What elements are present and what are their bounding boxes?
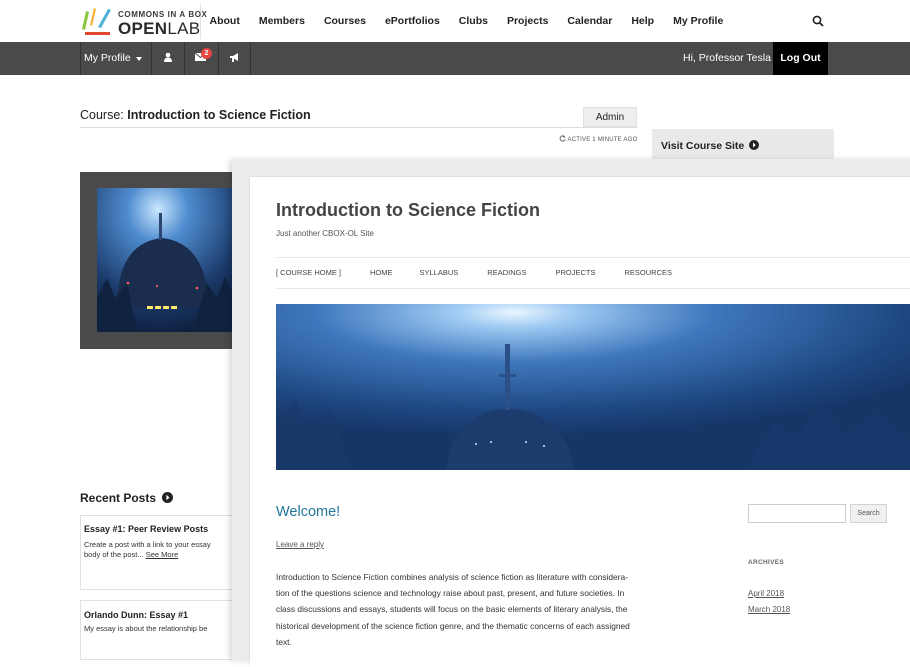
messages-button[interactable]: 2 [184,42,219,75]
nav-members[interactable]: Members [249,0,314,42]
site-menu-syllabus[interactable]: SYLLABUS [420,268,459,277]
recent-post-item: Orlando Dunn: Essay #1 My essay is about… [80,600,240,660]
admin-tab[interactable]: Admin [583,107,637,127]
top-navigation: COMMONS IN A BOX OPENLAB About Members C… [0,0,910,42]
site-title[interactable]: Introduction to Science Fiction [276,200,540,221]
logo-line2: OPENLAB [118,19,201,38]
course-site-preview: Introduction to Science Fiction Just ano… [232,160,910,667]
nav-about[interactable]: About [200,0,249,42]
course-site-page: Introduction to Science Fiction Just ano… [250,177,910,667]
friends-button[interactable] [152,42,185,75]
recent-post-excerpt: Create a post with a link to your essay … [84,540,211,559]
nav-courses[interactable]: Courses [314,0,375,42]
user-icon [164,52,172,62]
my-profile-label: My Profile [84,52,131,64]
site-menu-home[interactable]: HOME [370,268,393,277]
nav-my-profile[interactable]: My Profile [664,0,733,42]
nav-clubs[interactable]: Clubs [449,0,497,42]
announcements-button[interactable] [218,42,251,75]
site-header-image [276,304,910,470]
logo-line1: COMMONS IN A BOX [118,10,208,19]
nav-help[interactable]: Help [622,0,664,42]
visit-course-site-button[interactable]: Visit Course Site [652,129,834,159]
refresh-icon [559,135,566,142]
main-menu: About Members Courses ePortfolios Clubs … [200,0,733,42]
page-title: Course: Introduction to Science Fiction [80,108,311,122]
course-avatar-frame [80,172,240,349]
nav-calendar[interactable]: Calendar [558,0,622,42]
nav-eportfolios[interactable]: ePortfolios [375,0,449,42]
archive-link-march-2018[interactable]: March 2018 [748,605,790,614]
recent-post-excerpt: My essay is about the relationship be [84,624,208,633]
archive-link-april-2018[interactable]: April 2018 [748,589,784,598]
recent-post-item: Essay #1: Peer Review Posts Create a pos… [80,515,240,590]
my-profile-dropdown[interactable]: My Profile [80,42,152,75]
see-more-link[interactable]: See More [146,550,179,559]
recent-post-title[interactable]: Essay #1: Peer Review Posts [84,524,237,534]
admin-bar: My Profile 2 Hi, Professor Tesla Log Out [0,42,910,75]
menu-divider-top [276,257,910,258]
sidebar-search-button[interactable]: Search [850,504,887,523]
nav-projects[interactable]: Projects [497,0,557,42]
site-menu-resources[interactable]: RESOURCES [625,268,673,277]
search-icon[interactable] [812,14,824,32]
message-count-badge: 2 [201,48,212,59]
arrow-circle-right-icon [162,492,174,503]
archives-heading: ARCHIVES [748,559,784,566]
recent-post-title[interactable]: Orlando Dunn: Essay #1 [84,610,237,620]
site-menu-course-home[interactable]: [ COURSE HOME ] [276,268,341,277]
user-greeting[interactable]: Hi, Professor Tesla [683,42,771,75]
arrow-circle-right-icon [749,140,760,150]
openlab-logo[interactable]: COMMONS IN A BOX OPENLAB [80,3,207,39]
title-divider [80,127,638,128]
sidebar-search-input[interactable] [748,504,846,523]
course-avatar-image[interactable] [97,188,232,332]
logo-mark-icon [82,8,111,35]
site-menu: [ COURSE HOME ] HOME SYLLABUS READINGS P… [276,268,701,277]
visit-course-site-label: Visit Course Site [661,140,745,152]
leave-reply-link[interactable]: Leave a reply [276,540,324,549]
site-tagline: Just another CBOX-OL Site [276,229,374,238]
megaphone-icon [230,53,238,62]
post-content: Introduction to Science Fiction combines… [276,572,630,647]
last-active-status: ACTIVE 1 MINUTE AGO [559,135,637,143]
menu-divider-bottom [276,288,910,289]
site-menu-projects[interactable]: PROJECTS [555,268,595,277]
recent-posts-heading[interactable]: Recent Posts [80,491,174,505]
site-menu-readings[interactable]: READINGS [487,268,526,277]
caret-down-icon [136,57,142,61]
logout-button[interactable]: Log Out [773,42,828,75]
post-title[interactable]: Welcome! [276,504,340,520]
